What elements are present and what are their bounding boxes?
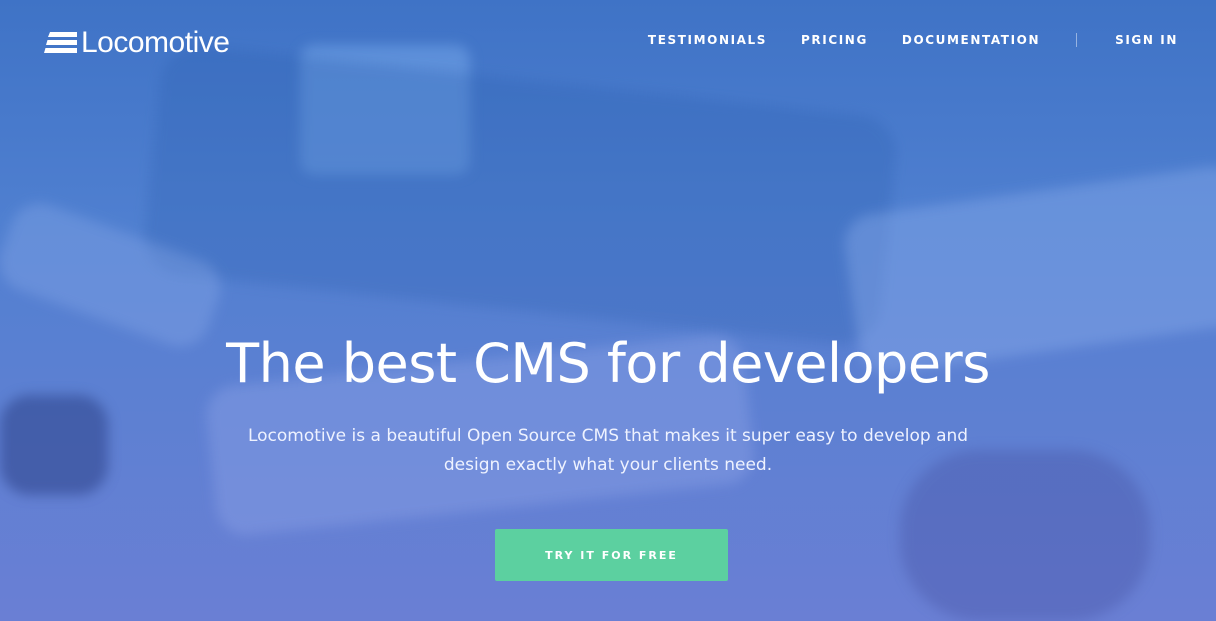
nav-menu: TESTIMONIALS PRICING DOCUMENTATION SIGN … <box>614 33 1178 47</box>
nav-sign-in[interactable]: SIGN IN <box>1115 33 1178 47</box>
nav-testimonials[interactable]: TESTIMONIALS <box>648 33 767 47</box>
stacked-bars-logo-icon <box>44 32 77 53</box>
nav-pricing[interactable]: PRICING <box>801 33 868 47</box>
try-it-for-free-button[interactable]: TRY IT FOR FREE <box>495 529 728 581</box>
logo[interactable]: Locomotive <box>44 26 230 60</box>
hero-subtitle: Locomotive is a beautiful Open Source CM… <box>247 426 969 475</box>
hero-background-image <box>0 0 1216 621</box>
nav-documentation[interactable]: DOCUMENTATION <box>902 33 1040 47</box>
nav-divider <box>1076 33 1078 47</box>
hero-title: The best CMS for developers <box>226 332 990 395</box>
brand-name: Locomotive <box>81 26 230 59</box>
top-navigation: Locomotive TESTIMONIALS PRICING DOCUMENT… <box>0 0 1216 80</box>
